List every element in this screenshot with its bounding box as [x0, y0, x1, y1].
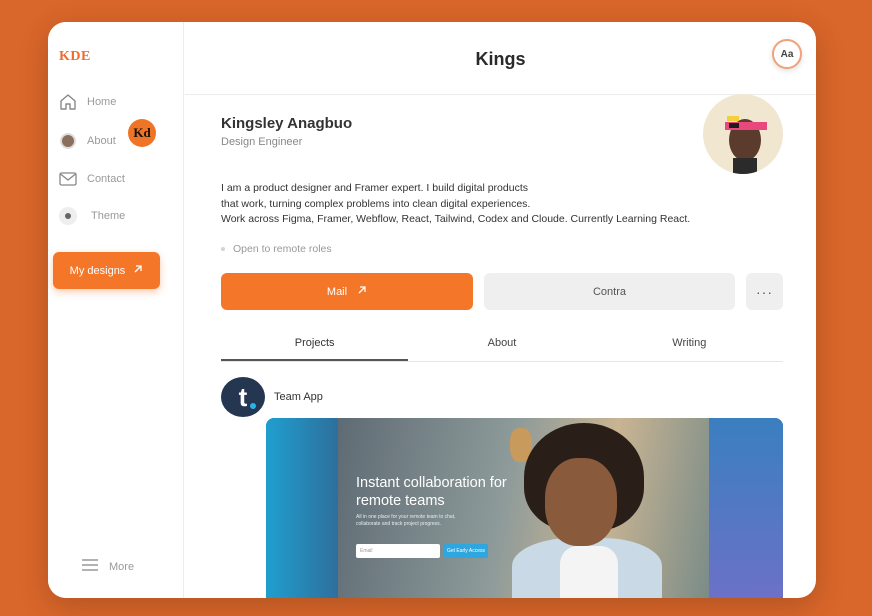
mail-button[interactable]: Mail: [221, 273, 473, 310]
bio-line: that work, turning complex problems into…: [221, 197, 531, 210]
page-title: Kings: [475, 49, 526, 69]
preview-right-panel: [709, 418, 783, 598]
sidebar-item-label: About: [87, 135, 116, 147]
more-menu-button[interactable]: More: [81, 558, 134, 575]
profile-avatar: [703, 94, 783, 174]
more-label: More: [109, 560, 135, 573]
preview-hero: Instant collaboration for remote teams A…: [338, 418, 709, 598]
more-options-button[interactable]: ···: [746, 273, 783, 310]
profile-tabs: Projects About Writing: [221, 334, 783, 362]
project-logo: t: [221, 377, 265, 417]
bio-line: I am a product designer and Framer exper…: [221, 182, 528, 194]
sidebar-item-label: Contact: [87, 173, 125, 185]
profile-bio: I am a product designer and Framer exper…: [221, 181, 741, 228]
hero-email-input: Email: [356, 544, 440, 558]
sidebar-item-label: Theme: [91, 210, 126, 222]
sidebar-item-label: Home: [87, 96, 117, 108]
app-window: KDE Home About Kd Contact Theme My desig…: [48, 22, 816, 598]
contra-button[interactable]: Contra: [484, 273, 735, 310]
sidebar-item-contact[interactable]: Contact: [58, 169, 125, 189]
profile-name: Kingsley Anagbuo: [221, 115, 353, 132]
sidebar-item-home[interactable]: Home: [58, 92, 116, 112]
status-dot-icon: [221, 247, 225, 251]
sidebar: KDE Home About Kd Contact Theme My desig…: [48, 22, 184, 598]
avatar: [60, 133, 76, 149]
hero-cta-button: Get Early Access: [444, 544, 488, 558]
logo-accent-dot: [250, 403, 256, 409]
arrow-up-right-icon: [357, 285, 367, 298]
project-preview[interactable]: Instant collaboration for remote teams A…: [266, 418, 783, 598]
home-icon: [58, 92, 78, 112]
tab-projects[interactable]: Projects: [221, 334, 409, 361]
person-tee: [560, 546, 618, 598]
font-size-button[interactable]: Aa: [772, 39, 802, 69]
tab-about[interactable]: About: [408, 334, 595, 361]
status-label: Open to remote roles: [233, 243, 332, 255]
header: Kings Aa: [185, 22, 816, 95]
hero-subtitle: All in one place for your remote team to…: [356, 514, 456, 527]
theme-icon: [58, 206, 78, 226]
hamburger-icon: [81, 558, 99, 575]
hero-title: Instant collaboration for remote teams: [356, 475, 507, 509]
availability-status: Open to remote roles: [221, 243, 332, 255]
bio-line: Work across Figma, Framer, Webflow, Reac…: [221, 213, 691, 225]
tab-writing[interactable]: Writing: [596, 334, 783, 361]
sidebar-item-about[interactable]: About: [58, 131, 116, 151]
person-face: [545, 458, 617, 546]
profile-role: Design Engineer: [221, 136, 303, 148]
my-designs-label: My designs: [69, 264, 126, 277]
sidebar-item-theme[interactable]: Theme: [58, 206, 125, 226]
mail-icon: [58, 169, 78, 189]
my-designs-button[interactable]: My designs: [53, 252, 160, 289]
mail-button-label: Mail: [326, 285, 348, 298]
preview-left-panel: [266, 418, 338, 598]
project-title[interactable]: Team App: [274, 391, 323, 403]
brand-badge: Kd: [128, 119, 156, 147]
project-logo-letter: t: [238, 381, 248, 412]
arrow-up-right-icon: [133, 264, 143, 277]
brand-logo[interactable]: KDE: [59, 49, 91, 65]
